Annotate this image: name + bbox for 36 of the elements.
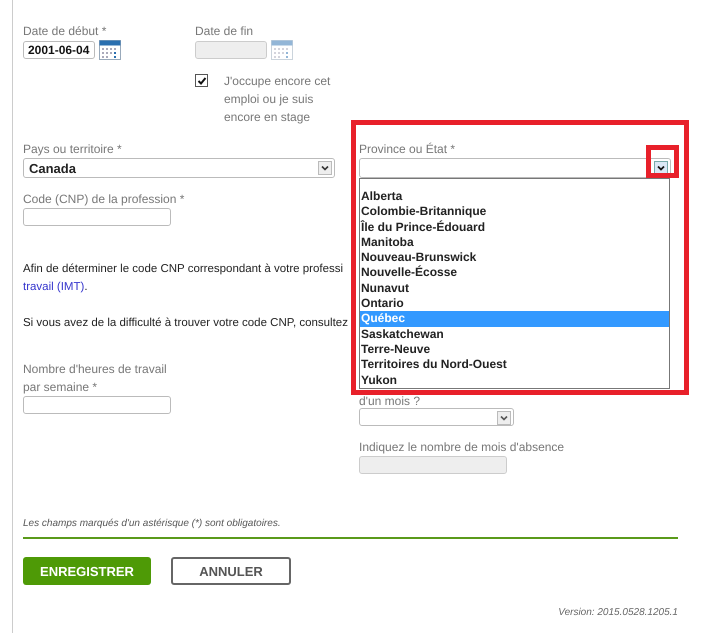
dropdown-option[interactable]: Île du Prince-Édouard xyxy=(360,220,669,235)
field-label: Date de début * xyxy=(23,23,106,40)
required-note: Les champs marqués d'un astérisque (*) sont obligatoires. xyxy=(23,518,282,529)
field-label: Nombre d'heures de travail par semaine * xyxy=(23,361,168,396)
save-button[interactable]: ENREGISTRER xyxy=(23,557,151,585)
input-field[interactable] xyxy=(23,396,171,414)
cancel-button[interactable]: ANNULER xyxy=(171,557,291,585)
dropdown-option[interactable]: Saskatchewan xyxy=(360,326,669,342)
checkbox-label: J'occupe encore cet emploi ou je suis encore en stage xyxy=(224,73,332,126)
dropdown-option[interactable]: Territoires du Nord-Ouest xyxy=(360,357,669,373)
country-select[interactable]: Canada xyxy=(23,158,335,178)
info-text: Afin de déterminer le code CNP correspondant à votre professi xyxy=(23,263,344,275)
dropdown-option[interactable]: Ontario xyxy=(360,296,669,312)
dropdown-option[interactable]: Nouvelle-Écosse xyxy=(360,265,669,281)
field-label: Province ou État * xyxy=(359,141,456,158)
field-label: Pays ou territoire * xyxy=(23,141,122,158)
field-label: Date de fin xyxy=(195,23,254,40)
dropdown-option[interactable]: Terre-Neuve xyxy=(360,342,669,358)
dropdown-option[interactable]: Nouveau-Brunswick xyxy=(360,250,669,266)
field-label: Code (CNP) de la profession * xyxy=(23,191,184,208)
field-label: d'un mois ? xyxy=(359,395,420,408)
dropdown-option[interactable]: Alberta xyxy=(360,189,669,204)
input-field[interactable] xyxy=(23,208,171,226)
info-text: Si vous avez de la difficulté à trouver votre code CNP, consultez xyxy=(23,317,348,329)
dropdown-option[interactable]: Nunavut xyxy=(360,280,669,296)
date-field[interactable]: 2001-06-04 xyxy=(23,41,95,59)
dropdown-option[interactable]: Yukon xyxy=(360,372,669,388)
field-label: Indiquez le nombre de mois d'absence xyxy=(359,439,564,456)
province-select[interactable] xyxy=(359,158,671,178)
dropdown-option[interactable]: Manitoba xyxy=(360,234,669,250)
dropdown-option[interactable]: Colombie-Britannique xyxy=(360,204,669,220)
info-text: . xyxy=(84,281,88,293)
calendar-icon[interactable] xyxy=(99,40,121,60)
version-text: Version: 2015.0528.1205.1 xyxy=(558,607,678,618)
imt-link[interactable]: travail (IMT) xyxy=(23,281,84,293)
checkbox[interactable] xyxy=(195,74,208,87)
